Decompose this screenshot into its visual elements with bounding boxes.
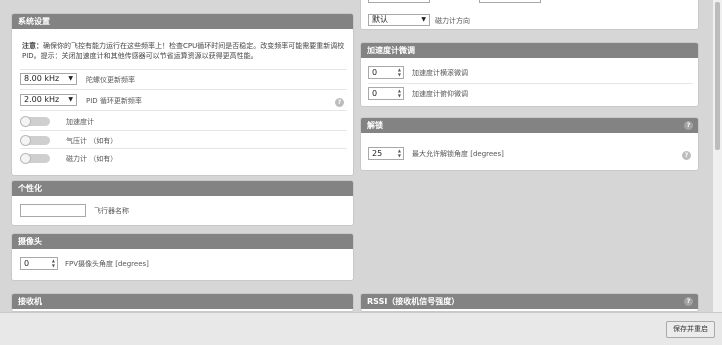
accel-roll-trim-label: 加速度计横滚微调 bbox=[412, 69, 468, 77]
accelerometer-label: 加速度计 bbox=[66, 118, 94, 126]
gyro-frequency-select[interactable]: 8.00 kHz ▼ bbox=[20, 73, 77, 85]
chevron-down-icon: ▼ bbox=[421, 16, 426, 23]
divider bbox=[20, 130, 347, 131]
vertical-scrollbar[interactable] bbox=[713, 0, 722, 312]
system-config-panel: 系统设置 注意：确保你的飞控有能力运行在这些频率上！检查CPU循环时间是否稳定。… bbox=[11, 13, 354, 176]
personalization-header: 个性化 bbox=[12, 181, 353, 196]
system-config-header: 系统设置 bbox=[12, 14, 353, 29]
accel-trim-panel: 加速度计微调 0 ▲ ▼ 加速度计横滚微调 0 ▲ ▼ 加速度计俯仰微调 bbox=[360, 42, 699, 107]
magnetometer-panel: 默认 ▼ 磁力计方向 bbox=[360, 0, 699, 30]
receiver-panel: 接收机 bbox=[11, 293, 354, 312]
barometer-label: 气压计 （如有） bbox=[66, 137, 118, 145]
top-clipped-field[interactable] bbox=[368, 0, 430, 3]
divider bbox=[20, 148, 347, 149]
magnetometer-alignment-label: 磁力计方向 bbox=[435, 17, 470, 25]
arming-header: 解锁 ? bbox=[361, 118, 698, 133]
spinner-arrows-icon[interactable]: ▲ ▼ bbox=[398, 67, 401, 77]
help-icon[interactable]: ? bbox=[684, 121, 693, 130]
camera-title: 摄像头 bbox=[18, 237, 42, 246]
pid-frequency-select[interactable]: 2.00 kHz ▼ bbox=[20, 94, 77, 106]
note-label: 注意： bbox=[22, 42, 43, 50]
rssi-header: RSSI（接收机信号强度） ? bbox=[361, 294, 698, 309]
accel-pitch-trim-input[interactable]: 0 ▲ ▼ bbox=[368, 87, 404, 100]
accel-roll-trim-input[interactable]: 0 ▲ ▼ bbox=[368, 66, 404, 79]
max-arm-angle-input[interactable]: 25 ▲ ▼ bbox=[368, 147, 404, 160]
craft-name-input[interactable] bbox=[20, 204, 86, 217]
arming-title: 解锁 bbox=[367, 121, 383, 130]
divider bbox=[20, 110, 347, 111]
help-icon[interactable]: ? bbox=[682, 151, 691, 160]
camera-header: 摄像头 bbox=[12, 234, 353, 249]
spinner-arrows-icon[interactable]: ▲ ▼ bbox=[398, 148, 401, 158]
system-config-note: 注意：确保你的飞控有能力运行在这些频率上！检查CPU循环时间是否稳定。改变频率可… bbox=[22, 41, 347, 61]
magnetometer-toggle[interactable] bbox=[20, 153, 50, 164]
magnetometer-label: 磁力计 （如有） bbox=[66, 155, 118, 163]
fpv-angle-label: FPV摄像头角度 [degrees] bbox=[65, 260, 149, 268]
receiver-header: 接收机 bbox=[12, 294, 353, 309]
magnetometer-alignment-select[interactable]: 默认 ▼ bbox=[368, 14, 430, 26]
scrollbar-thumb[interactable] bbox=[715, 2, 720, 150]
camera-panel: 摄像头 0 ▲ ▼ FPV摄像头角度 [degrees] bbox=[11, 233, 354, 281]
accelerometer-toggle[interactable] bbox=[20, 116, 50, 127]
chevron-down-icon: ▼ bbox=[68, 96, 73, 103]
craft-name-label: 飞行器名称 bbox=[94, 207, 129, 215]
divider bbox=[20, 89, 347, 90]
gyro-frequency-label: 陀螺仪更新频率 bbox=[86, 76, 135, 84]
system-config-title: 系统设置 bbox=[18, 17, 50, 26]
top-clipped-field[interactable] bbox=[479, 0, 541, 3]
personalization-panel: 个性化 飞行器名称 bbox=[11, 180, 354, 226]
rssi-panel: RSSI（接收机信号强度） ? bbox=[360, 293, 699, 312]
rssi-title: RSSI（接收机信号强度） bbox=[367, 297, 460, 306]
personalization-title: 个性化 bbox=[18, 184, 42, 193]
pid-frequency-label: PID 循环更新频率 bbox=[86, 97, 142, 105]
accel-trim-title: 加速度计微调 bbox=[367, 46, 415, 55]
divider bbox=[368, 83, 693, 84]
max-arm-angle-label: 最大允许解锁角度 [degrees] bbox=[412, 150, 504, 158]
help-icon[interactable]: ? bbox=[335, 98, 344, 107]
divider bbox=[20, 69, 347, 70]
arming-panel: 解锁 ? 25 ▲ ▼ 最大允许解锁角度 [degrees] ? bbox=[360, 117, 699, 171]
accel-pitch-trim-label: 加速度计俯仰微调 bbox=[412, 90, 468, 98]
footer-bar: 保存并重启 bbox=[0, 312, 722, 345]
accel-trim-header: 加速度计微调 bbox=[361, 43, 698, 58]
fpv-angle-input[interactable]: 0 ▲ ▼ bbox=[20, 257, 58, 270]
chevron-down-icon: ▼ bbox=[68, 75, 73, 82]
note-text: 确保你的飞控有能力运行在这些频率上！检查CPU循环时间是否稳定。改变频率可能需要… bbox=[22, 42, 345, 60]
receiver-title: 接收机 bbox=[18, 297, 42, 306]
save-and-reboot-button[interactable]: 保存并重启 bbox=[666, 321, 715, 338]
spinner-arrows-icon[interactable]: ▲ ▼ bbox=[52, 258, 55, 268]
barometer-toggle[interactable] bbox=[20, 135, 50, 146]
spinner-arrows-icon[interactable]: ▲ ▼ bbox=[398, 88, 401, 98]
help-icon[interactable]: ? bbox=[684, 297, 693, 306]
